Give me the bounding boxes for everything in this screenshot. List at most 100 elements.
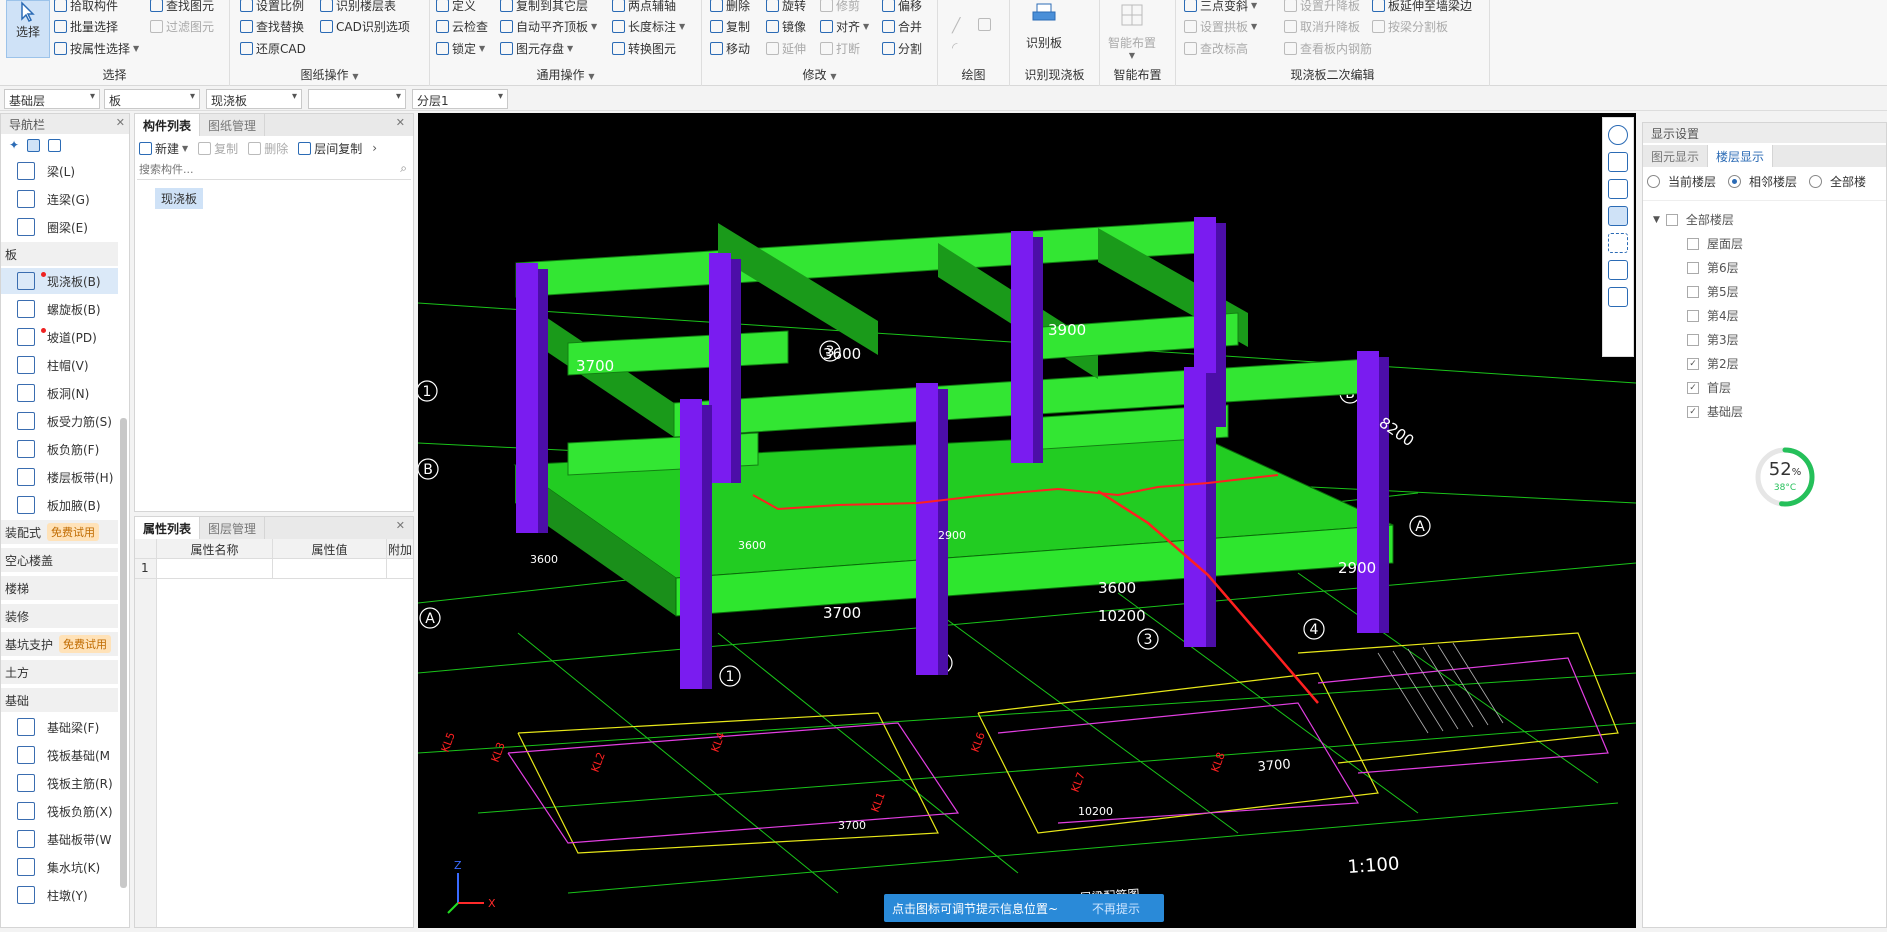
nav-category-earth[interactable]: 土方: [1, 660, 118, 684]
align-button[interactable]: 对齐 ▼: [820, 18, 869, 35]
nav-item-raft[interactable]: 筏板基础(M: [1, 742, 118, 768]
checkbox[interactable]: [1687, 237, 1699, 250]
nav-category-pit[interactable]: 基坑支护 免费试用: [1, 632, 118, 656]
close-icon[interactable]: ✕: [116, 116, 125, 129]
property-name-cell[interactable]: [157, 559, 273, 578]
floor-select[interactable]: 基础层: [4, 89, 100, 109]
mirror-button[interactable]: 镜像: [766, 18, 806, 35]
box-view-icon[interactable]: [1608, 206, 1628, 226]
batch-select-button[interactable]: 批量选择: [54, 18, 118, 35]
component-select[interactable]: 现浇板: [206, 89, 302, 109]
copy-button[interactable]: 复制: [710, 18, 750, 35]
checkbox-checked[interactable]: ✓: [1687, 381, 1699, 394]
property-value-cell[interactable]: [273, 559, 387, 578]
2d-view-icon[interactable]: [1608, 152, 1628, 172]
trim-button[interactable]: 修剪: [820, 0, 860, 14]
nav-item-found-strip[interactable]: 基础板带(W: [1, 826, 118, 852]
delete-component-button[interactable]: 删除: [248, 140, 288, 157]
search-input[interactable]: [137, 160, 377, 178]
nav-item-sump[interactable]: 集水坑(K): [1, 854, 118, 880]
copy-component-button[interactable]: 复制: [198, 140, 238, 157]
identify-slab-button[interactable]: 识别板: [1026, 0, 1062, 51]
length-dim-button[interactable]: 长度标注 ▼: [612, 18, 685, 35]
nav-category-decor[interactable]: 装修: [1, 604, 118, 628]
checkbox[interactable]: [1687, 285, 1699, 298]
floor-copy-button[interactable]: 层间复制: [298, 140, 362, 157]
extend-slab-button[interactable]: 板延伸至墙梁边: [1372, 0, 1472, 14]
floor-root[interactable]: ▼ 全部楼层: [1653, 211, 1734, 228]
radio-all-floors[interactable]: 全部楼: [1809, 173, 1866, 190]
split-button[interactable]: 分割: [882, 40, 922, 57]
nav-item-beam[interactable]: 梁(L): [1, 158, 118, 184]
arc-tool-button[interactable]: ◜: [952, 40, 957, 56]
nav-item-link-beam[interactable]: 连梁(G): [1, 186, 118, 212]
rotate-button[interactable]: 旋转: [766, 0, 806, 14]
tab-element-display[interactable]: 图元显示: [1643, 145, 1709, 167]
nav-item-spiral-slab[interactable]: 螺旋板(B): [1, 296, 118, 322]
nav-category-prefab[interactable]: 装配式 免费试用: [1, 520, 118, 544]
set-arch-slab-button[interactable]: 设置拱板 ▼: [1184, 18, 1257, 35]
copy-to-floor-button[interactable]: 复制到其它层: [500, 0, 588, 14]
3d-cube-icon[interactable]: [1608, 179, 1628, 199]
rect-tool-button[interactable]: [978, 18, 991, 31]
find-replace-button[interactable]: 查找替换: [240, 18, 304, 35]
type-select[interactable]: 板: [104, 89, 200, 109]
cad-options-button[interactable]: CAD识别选项: [320, 18, 410, 35]
dismiss-hint-button[interactable]: 不再提示: [1092, 900, 1140, 917]
radio-current-floor[interactable]: 当前楼层: [1647, 173, 1716, 190]
nav-category-stairs[interactable]: 楼梯: [1, 576, 118, 600]
three-point-slope-button[interactable]: 三点变斜 ▼: [1184, 0, 1257, 14]
floor-item[interactable]: ✓ 第2层: [1687, 355, 1739, 372]
break-button[interactable]: 打断: [820, 40, 860, 57]
display-toggle-icon[interactable]: [1608, 260, 1628, 280]
select-by-attr-button[interactable]: 按属性选择 ▼: [54, 40, 139, 57]
pin-icon[interactable]: ✦: [9, 138, 19, 152]
filter-element-button[interactable]: 过滤图元: [150, 18, 214, 35]
set-scale-button[interactable]: 设置比例: [240, 0, 304, 14]
select-button[interactable]: 选择: [6, 0, 50, 58]
cloud-check-button[interactable]: 云检查: [436, 18, 488, 35]
new-component-button[interactable]: 新建 ▼: [139, 140, 188, 157]
two-point-axis-button[interactable]: 两点辅轴: [612, 0, 676, 14]
tab-layer-manage[interactable]: 图层管理: [200, 517, 266, 539]
table-row[interactable]: 1: [135, 559, 413, 579]
orbit-icon[interactable]: [1608, 125, 1628, 145]
floor-item[interactable]: 第3层: [1687, 331, 1739, 348]
close-icon[interactable]: ✕: [396, 116, 405, 138]
nav-item-slab-haunch[interactable]: 板加腋(B): [1, 492, 118, 518]
property-extra-cell[interactable]: [387, 559, 413, 578]
restore-cad-button[interactable]: 还原CAD: [240, 40, 306, 57]
check-elevation-button[interactable]: 查改标高: [1184, 40, 1248, 57]
floor-item[interactable]: 第5层: [1687, 283, 1739, 300]
checkbox[interactable]: [1665, 213, 1678, 226]
floor-item[interactable]: 第6层: [1687, 259, 1739, 276]
tab-drawing-manage[interactable]: 图纸管理: [200, 114, 266, 136]
checkbox[interactable]: [1687, 333, 1699, 346]
move-button[interactable]: 移动: [710, 40, 750, 57]
floor-item[interactable]: ✓ 首层: [1687, 379, 1731, 396]
define-button[interactable]: 定义: [436, 0, 476, 14]
floor-item[interactable]: 第4层: [1687, 307, 1739, 324]
pick-component-button[interactable]: 拾取构件: [54, 0, 118, 14]
save-element-button[interactable]: 图元存盘 ▼: [500, 40, 573, 57]
set-raise-slab-button[interactable]: 设置升降板: [1284, 0, 1360, 14]
smart-layout-button[interactable]: 智能布置 ▼: [1108, 0, 1156, 60]
convert-element-button[interactable]: 转换图元: [612, 40, 676, 57]
tab-floor-display[interactable]: 楼层显示: [1708, 145, 1774, 167]
close-icon[interactable]: ✕: [396, 519, 405, 541]
offset-button[interactable]: 偏移: [882, 0, 922, 14]
nav-item-slab-rebar[interactable]: 板受力筋(S): [1, 408, 118, 434]
find-element-button[interactable]: 查找图元: [150, 0, 214, 14]
checkbox-checked[interactable]: ✓: [1687, 357, 1699, 370]
split-by-beam-button[interactable]: 按梁分割板: [1372, 18, 1448, 35]
floor-item[interactable]: ✓ 基础层: [1687, 403, 1743, 420]
fullscreen-icon[interactable]: [1608, 233, 1628, 253]
delete-button[interactable]: 删除: [710, 0, 750, 14]
cancel-raise-slab-button[interactable]: 取消升降板: [1284, 18, 1360, 35]
nav-item-slab-hole[interactable]: 板洞(N): [1, 380, 118, 406]
nav-category-foundation[interactable]: 基础: [1, 688, 118, 712]
nav-item-raft-neg-rebar[interactable]: 筏板负筋(X): [1, 798, 118, 824]
extend-button[interactable]: 延伸: [766, 40, 806, 57]
nav-scrollbar[interactable]: [120, 418, 127, 888]
auto-align-top-button[interactable]: 自动平齐顶板 ▼: [500, 18, 597, 35]
